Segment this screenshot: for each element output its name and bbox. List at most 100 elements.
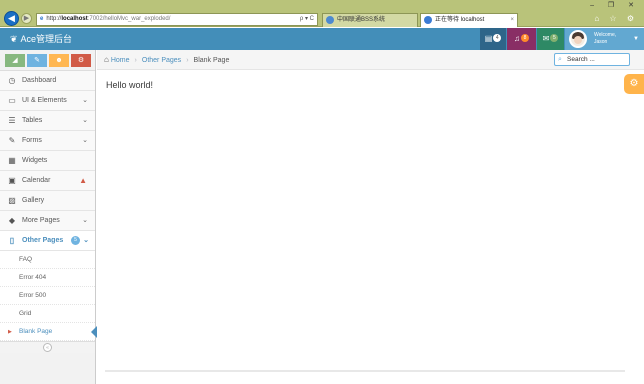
tab-favicon-icon [326,16,334,24]
sidebar-item-label: Forms [22,137,42,144]
messages-badge: 5 [550,34,559,42]
address-bar[interactable]: e http://localhost:7002/helloMvc_war_expl… [36,13,318,26]
avatar [569,30,587,48]
sidebar: ◢ ✎ ☻ ⚙ ◷ Dashboard ▭ UI & Elements ⌄ ☰ Tab… [0,50,97,384]
tab-title: 正在等待 localhost [435,17,485,23]
sidebar-collapse-bar: « [0,341,95,353]
list-icon: ☰ [8,116,16,125]
search-icon: ⌕ [558,56,562,63]
sidebar-item-label: Dashboard [22,77,57,84]
notifications-button[interactable]: ♫ 8 [507,28,536,50]
warning-icon: ▲ [79,176,87,185]
sidebar-item-ui-elements[interactable]: ▭ UI & Elements ⌄ [0,91,95,111]
submenu-item-grid[interactable]: Grid [0,305,95,323]
envelope-icon: ✉ [542,34,550,43]
sidebar-shortcuts: ◢ ✎ ☻ ⚙ [0,50,95,71]
brand-title: Ace管理后台 [20,34,73,44]
tasks-icon: ▤ [484,34,493,43]
tasks-badge: 4 [493,34,502,42]
submenu-item-label: Blank Page [19,328,53,335]
bell-icon: ♫ [514,34,520,43]
url-prefix: http:// [46,16,62,22]
sidebar-item-calendar[interactable]: ▣ Calendar ▲ [0,171,95,191]
submenu-item-label: Error 500 [19,292,47,299]
breadcrumb: ⌂ Home › Other Pages › Blank Page ⌕ Search ..… [97,50,644,70]
footer-divider [105,370,625,372]
browser-tab-bss[interactable]: 中国联通BSS系统 [322,13,418,27]
username: Jason [594,39,608,45]
active-arrow-icon: ▶ [8,329,12,335]
sidebar-item-forms[interactable]: ✎ Forms ⌄ [0,131,95,151]
sidebar-item-label: Tables [22,117,43,124]
brand[interactable]: ❦ Ace管理后台 [10,28,72,50]
cogs-icon[interactable]: ⚙ [71,54,91,67]
submenu-item-faq[interactable]: FAQ [0,251,95,269]
chevron-down-icon: ⌄ [82,217,88,224]
sidebar-item-more-pages[interactable]: ◆ More Pages ⌄ [0,211,95,231]
back-arrow-icon[interactable]: ◀ [4,11,19,26]
submenu-item-label: Error 404 [19,274,47,281]
chevron-down-icon: ⌄ [82,137,88,144]
tab-title: 中国联通BSS系统 [337,17,386,23]
double-chevron-left-icon[interactable]: « [43,343,52,352]
submenu-item-label: Grid [19,310,32,317]
sidebar-item-widgets[interactable]: ▦ Widgets [0,151,95,171]
dashboard-icon: ◷ [8,76,16,85]
submenu-item-blank-page[interactable]: ▶ Blank Page [0,323,97,341]
ie-page-icon: e [40,16,44,22]
tab-favicon-icon [424,16,432,24]
user-menu[interactable]: Welcome, Jason ▼ [565,28,644,50]
sidebar-item-label: Other Pages [22,237,64,244]
sidebar-item-other-pages[interactable]: ▯ Other Pages 5 ⌄ [0,231,95,251]
desktop-icon: ▭ [8,96,16,105]
url-path: :7002/helloMvc_war_exploded/ [87,16,171,22]
top-navbar: ❦ Ace管理后台 ▤ 4 ♫ 8 ✉ 5 Welcome, Jason ▼ [0,28,644,50]
user-info: Welcome, Jason [594,32,616,46]
url-host: localhost [61,16,88,22]
tasks-button[interactable]: ▤ 4 [480,28,506,50]
breadcrumb-separator: › [186,57,189,64]
home-icon: ⌂ [104,55,109,64]
leaf-icon: ❦ [10,34,18,44]
caret-down-icon: ▼ [633,36,639,42]
widgets-icon: ▦ [8,156,16,165]
signal-icon[interactable]: ◢ [5,54,25,67]
breadcrumb-separator: › [134,57,137,64]
sidebar-item-gallery[interactable]: ▨ Gallery [0,191,95,211]
browser-chrome: – ❐ ✕ ◀ ▶ e http://localhost:7002/helloMv… [0,0,644,27]
chevron-down-icon: ⌄ [83,237,89,244]
breadcrumb-home[interactable]: Home [111,57,130,64]
pencil-icon[interactable]: ✎ [27,54,47,67]
submenu-item-error-500[interactable]: Error 500 [0,287,95,305]
sidebar-item-label: Calendar [22,177,51,184]
sidebar-item-label: Gallery [22,197,45,204]
page-text: Hello world! [106,80,154,90]
file-icon: ▯ [9,236,15,245]
picture-icon: ▨ [8,196,16,205]
notifications-badge: 8 [521,34,529,42]
welcome-text: Welcome, [594,32,617,38]
chevron-down-icon: ⌄ [82,97,88,104]
tab-close-icon[interactable]: × [510,14,514,26]
sidebar-item-label: More Pages [22,217,60,224]
breadcrumb-other-pages[interactable]: Other Pages [142,57,181,64]
sidebar-item-tables[interactable]: ☰ Tables ⌄ [0,111,95,131]
users-icon[interactable]: ☻ [49,54,69,67]
submenu-item-error-404[interactable]: Error 404 [0,269,95,287]
edit-icon: ✎ [8,136,16,145]
sidebar-item-label: UI & Elements [22,97,67,104]
search-input[interactable]: ⌕ Search ... [554,53,630,66]
window-buttons[interactable]: – ❐ ✕ [590,1,640,9]
sidebar-item-dashboard[interactable]: ◷ Dashboard [0,71,95,91]
browser-tab-localhost[interactable]: 正在等待 localhost × [420,13,518,27]
messages-button[interactable]: ✉ 5 [537,28,564,50]
other-pages-badge: 5 [71,236,80,245]
sidebar-item-label: Widgets [22,157,48,164]
forward-arrow-icon[interactable]: ▶ [21,13,32,24]
search-placeholder: Search ... [567,56,595,63]
browser-tool-icons[interactable]: ⌂ ☆ ⚙ [594,14,638,23]
submenu-item-label: FAQ [19,256,33,263]
page-content: Hello world! ⚙ [97,70,644,370]
address-tools[interactable]: ρ ▾ C [300,14,314,25]
gear-icon[interactable]: ⚙ [624,74,644,94]
